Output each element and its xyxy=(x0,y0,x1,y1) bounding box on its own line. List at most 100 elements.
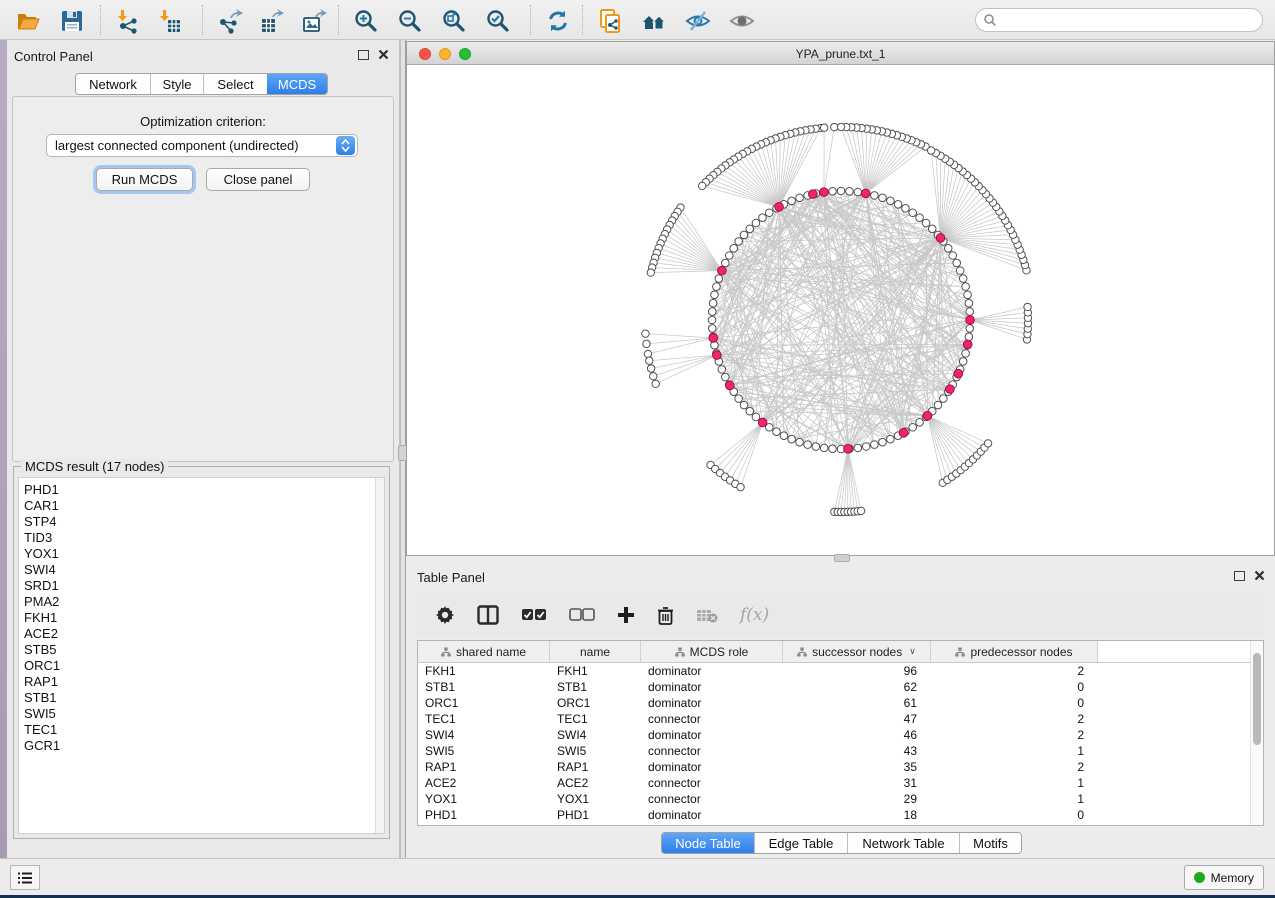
graph-node[interactable] xyxy=(829,445,837,453)
mcds-result-item[interactable]: STB5 xyxy=(24,642,384,658)
mcds-result-item[interactable]: STP4 xyxy=(24,514,384,530)
column-header-MCDS-role[interactable]: MCDS role xyxy=(641,641,783,662)
export-network-icon[interactable] xyxy=(216,7,244,35)
graph-leaf-node[interactable] xyxy=(820,124,827,131)
graph-node[interactable] xyxy=(949,252,957,260)
mcds-result-list[interactable]: PHD1CAR1STP4TID3YOX1SWI4SRD1PMA2FKH1ACE2… xyxy=(18,477,385,834)
graph-mcds-node[interactable] xyxy=(966,316,975,325)
table-row[interactable]: SWI5SWI5connector431 xyxy=(418,743,1263,759)
tab-select[interactable]: Select xyxy=(203,74,267,94)
graph-mcds-node[interactable] xyxy=(775,203,784,212)
graph-node[interactable] xyxy=(854,444,862,452)
mcds-result-item[interactable]: GCR1 xyxy=(24,738,384,754)
task-history-button[interactable] xyxy=(10,865,40,890)
import-network-icon[interactable] xyxy=(114,7,142,35)
graph-leaf-node[interactable] xyxy=(837,123,844,130)
graph-node[interactable] xyxy=(959,275,967,283)
tab-node-table[interactable]: Node Table xyxy=(662,833,754,853)
graph-node[interactable] xyxy=(934,401,942,409)
tab-mcds[interactable]: MCDS xyxy=(267,74,327,94)
graph-node[interactable] xyxy=(962,283,970,291)
show-all-icon[interactable] xyxy=(728,7,756,35)
graph-leaf-node[interactable] xyxy=(647,269,654,276)
mcds-result-item[interactable]: CAR1 xyxy=(24,498,384,514)
network-canvas[interactable] xyxy=(407,66,1274,555)
graph-node[interactable] xyxy=(735,395,743,403)
graph-node[interactable] xyxy=(746,407,754,415)
mcds-result-item[interactable]: FKH1 xyxy=(24,610,384,626)
graph-node[interactable] xyxy=(722,259,730,267)
mcds-result-item[interactable]: SWI5 xyxy=(24,706,384,722)
column-header-predecessor-nodes[interactable]: predecessor nodes xyxy=(931,641,1098,662)
graph-node[interactable] xyxy=(959,358,967,366)
graph-node[interactable] xyxy=(715,275,723,283)
graph-node[interactable] xyxy=(788,197,796,205)
tab-style[interactable]: Style xyxy=(150,74,203,94)
graph-mcds-node[interactable] xyxy=(709,334,718,343)
graph-mcds-node[interactable] xyxy=(963,340,972,349)
delete-column-icon[interactable] xyxy=(657,606,674,625)
table-row[interactable]: FKH1FKH1dominator962 xyxy=(418,663,1263,679)
memory-button[interactable]: Memory xyxy=(1184,865,1264,890)
graph-node[interactable] xyxy=(766,209,774,217)
graph-node[interactable] xyxy=(928,225,936,233)
table-row[interactable]: ORC1ORC1dominator610 xyxy=(418,695,1263,711)
graph-leaf-node[interactable] xyxy=(698,182,705,189)
graph-node[interactable] xyxy=(902,204,910,212)
float-panel-icon[interactable] xyxy=(1234,571,1245,581)
close-panel-icon[interactable] xyxy=(1254,570,1265,581)
mcds-result-item[interactable]: PMA2 xyxy=(24,594,384,610)
graph-node[interactable] xyxy=(759,214,767,222)
graph-mcds-node[interactable] xyxy=(820,188,829,197)
table-row[interactable]: TEC1TEC1connector472 xyxy=(418,711,1263,727)
graph-node[interactable] xyxy=(854,188,862,196)
table-row[interactable]: STB1STB1dominator620 xyxy=(418,679,1263,695)
graph-node[interactable] xyxy=(711,291,719,299)
graph-leaf-node[interactable] xyxy=(650,373,657,380)
graph-mcds-node[interactable] xyxy=(936,234,945,243)
hide-selected-icon[interactable] xyxy=(684,7,712,35)
table-row[interactable]: RAP1RAP1dominator352 xyxy=(418,759,1263,775)
graph-node[interactable] xyxy=(940,395,948,403)
table-row[interactable]: SWI4SWI4dominator462 xyxy=(418,727,1263,743)
export-table-icon[interactable] xyxy=(258,7,286,35)
graph-node[interactable] xyxy=(796,438,804,446)
graph-node[interactable] xyxy=(871,192,879,200)
mcds-result-item[interactable]: RAP1 xyxy=(24,674,384,690)
mcds-result-item[interactable]: PHD1 xyxy=(24,482,384,498)
graph-node[interactable] xyxy=(871,441,879,449)
graph-node[interactable] xyxy=(708,325,716,333)
graph-leaf-node[interactable] xyxy=(646,357,653,364)
tab-motifs[interactable]: Motifs xyxy=(959,833,1021,853)
graph-mcds-node[interactable] xyxy=(899,429,908,438)
graph-node[interactable] xyxy=(718,366,726,374)
refresh-icon[interactable] xyxy=(544,7,572,35)
table-row[interactable]: ACE2ACE2connector311 xyxy=(418,775,1263,791)
graph-mcds-node[interactable] xyxy=(844,445,853,454)
graph-leaf-node[interactable] xyxy=(643,340,650,347)
graph-node[interactable] xyxy=(780,432,788,440)
graph-node[interactable] xyxy=(735,238,743,246)
column-header-successor-nodes[interactable]: successor nodes∨ xyxy=(783,641,931,662)
zoom-selected-icon[interactable] xyxy=(484,7,512,35)
mcds-result-item[interactable]: ACE2 xyxy=(24,626,384,642)
graph-node[interactable] xyxy=(740,231,748,239)
graph-node[interactable] xyxy=(966,325,974,333)
graph-node[interactable] xyxy=(773,428,781,436)
graph-node[interactable] xyxy=(752,413,760,421)
graph-mcds-node[interactable] xyxy=(713,351,722,360)
graph-node[interactable] xyxy=(965,299,973,307)
mcds-result-item[interactable]: ORC1 xyxy=(24,658,384,674)
graph-node[interactable] xyxy=(820,444,828,452)
graph-mcds-node[interactable] xyxy=(954,369,963,378)
splitter-handle[interactable] xyxy=(834,554,850,562)
search-input[interactable] xyxy=(997,13,1262,27)
column-header-shared-name[interactable]: shared name xyxy=(418,641,550,662)
table-row[interactable]: YOX1YOX1connector291 xyxy=(418,791,1263,807)
zoom-in-icon[interactable] xyxy=(352,7,380,35)
unselect-all-columns-icon[interactable] xyxy=(569,608,595,622)
graph-node[interactable] xyxy=(964,291,972,299)
graph-node[interactable] xyxy=(722,373,730,381)
graph-leaf-node[interactable] xyxy=(984,440,991,447)
graph-node[interactable] xyxy=(752,219,760,227)
